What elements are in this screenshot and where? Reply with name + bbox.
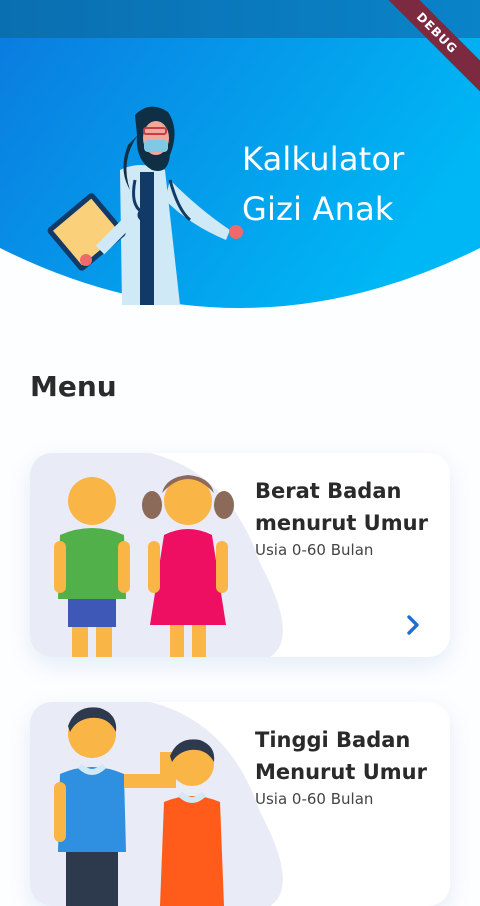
app-title-line1: Kalkulator: [242, 140, 405, 178]
header-banner: Kalkulator Gizi Anak: [0, 38, 480, 310]
menu-heading: Menu: [30, 370, 117, 403]
card-title: Tinggi Badan Menurut Umur: [255, 724, 445, 788]
app-title-line2: Gizi Anak: [242, 190, 394, 228]
card-subtitle: Usia 0-60 Bulan: [255, 790, 374, 808]
card-title-line2: Menurut Umur: [255, 760, 427, 784]
card-title-line1: Tinggi Badan: [255, 728, 411, 752]
card-subtitle: Usia 0-60 Bulan: [255, 541, 374, 559]
app-title: Kalkulator Gizi Anak: [242, 134, 472, 234]
card-title-line2: menurut Umur: [255, 511, 428, 535]
menu-card-weight-for-age[interactable]: Berat Badan menurut Umur Usia 0-60 Bulan: [30, 453, 450, 657]
card-title-line1: Berat Badan: [255, 479, 402, 503]
card-title: Berat Badan menurut Umur: [255, 475, 445, 539]
menu-card-height-for-age[interactable]: Tinggi Badan Menurut Umur Usia 0-60 Bula…: [30, 702, 450, 906]
doctor-illustration: [47, 106, 243, 305]
chevron-right-icon[interactable]: [404, 613, 424, 637]
